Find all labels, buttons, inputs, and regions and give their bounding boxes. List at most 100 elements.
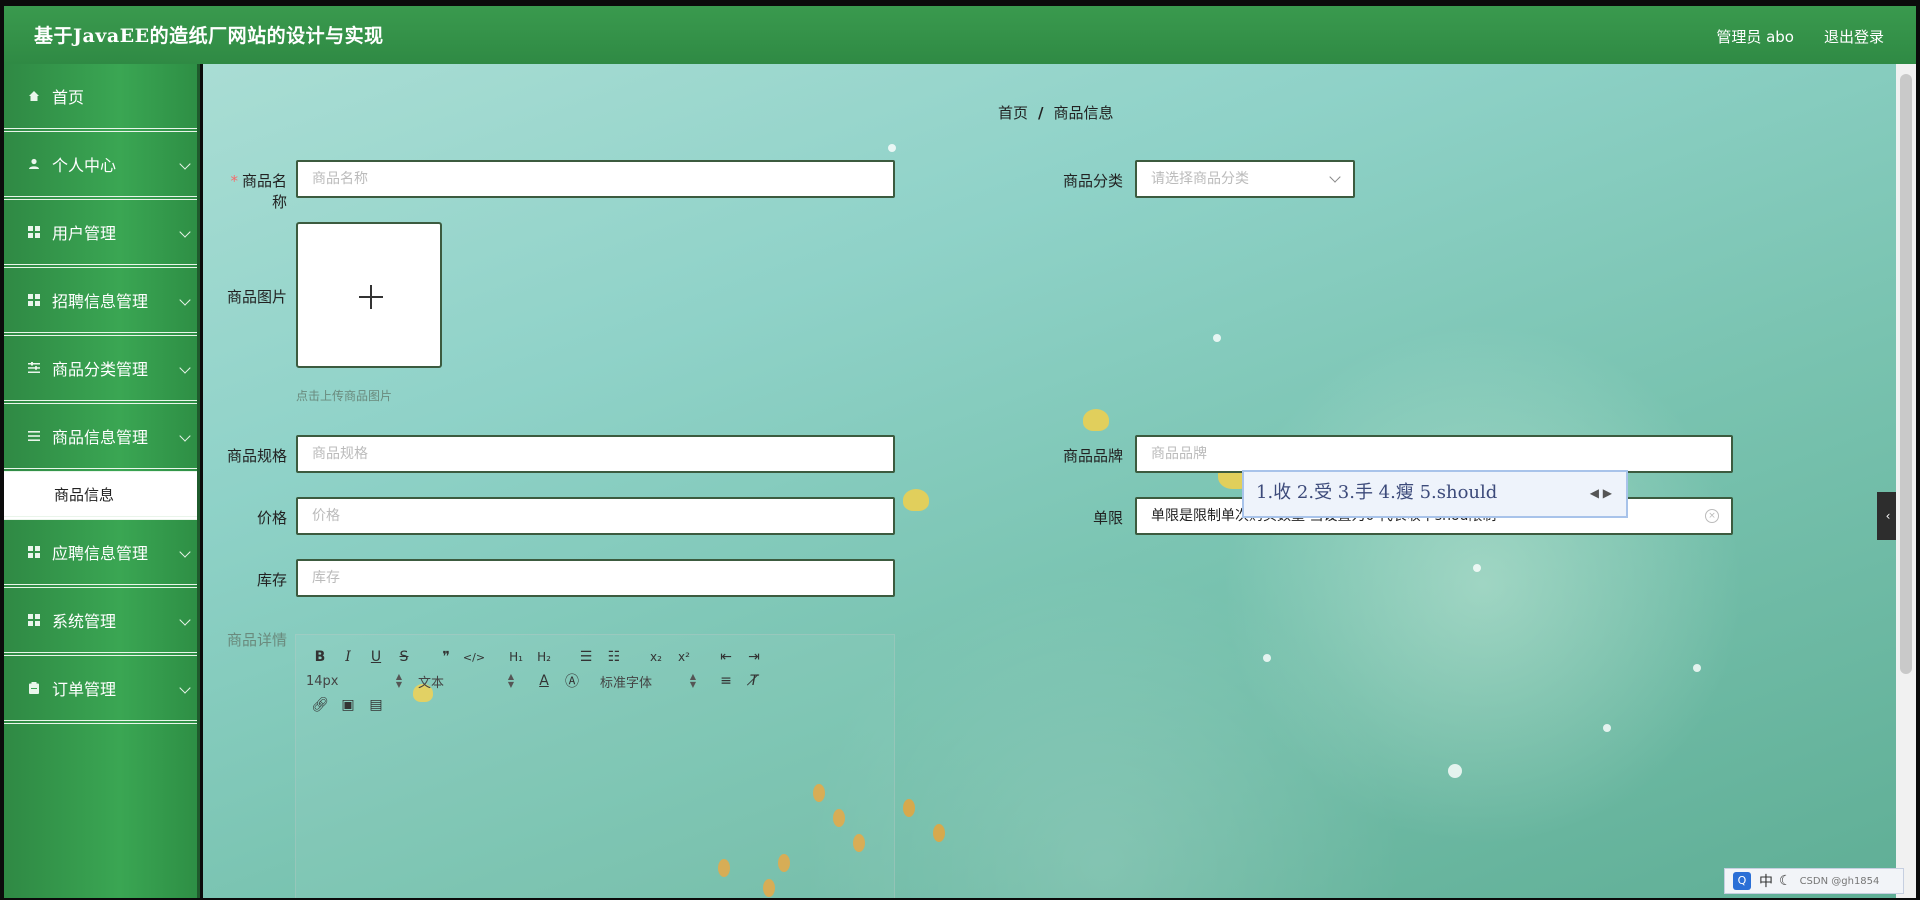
ordered-list-icon[interactable]: ☰ [572,647,600,667]
ime-page-arrows[interactable]: ◀ ▶ [1590,472,1612,514]
image-icon[interactable]: ▣ [334,695,362,715]
brand-input[interactable]: 商品品牌 [1135,435,1733,473]
updown-icon: ▲ ▼ [395,672,402,689]
updown-icon: ▲ ▼ [689,672,696,689]
outdent-icon[interactable]: ⇤ [712,647,740,667]
limit-label: 单限 [1092,509,1123,527]
sidebar-item-label: 商品信息管理 [52,428,149,447]
sidebar-item-label: 首页 [52,88,85,107]
sidebar-item-label: 个人中心 [52,156,117,175]
indent-icon[interactable]: ⇥ [740,647,768,667]
image-upload-button[interactable] [296,222,442,368]
ime-tray[interactable]: Q 中 ☾ CSDN @gh1854 [1724,868,1904,894]
admin-username: 管理员 abo [1716,28,1794,46]
rich-text-editor[interactable]: B I U S ❞ </> H₁ H₂ ☰ ☷ x₂ x² ⇤ ⇥ 14px ▲… [295,634,895,898]
align-icon[interactable]: ≡ [712,671,740,691]
spec-input[interactable]: 商品规格 [296,435,895,473]
heading1-button[interactable]: H₁ [502,647,530,667]
sidebar-item-label: 订单管理 [52,680,117,699]
chevron-down-icon [179,614,191,626]
sidebar-item-label: 应聘信息管理 [52,544,149,563]
scrollbar-thumb[interactable] [1900,74,1912,674]
video-icon[interactable]: ▤ [362,695,390,715]
editor-toolbar: B I U S ❞ </> H₁ H₂ ☰ ☷ x₂ x² ⇤ ⇥ 14px ▲… [306,645,866,717]
grid-icon [28,294,40,306]
watermark-text: CSDN @gh1854 [1799,875,1880,887]
breadcrumb-home[interactable]: 首页 [998,104,1028,122]
upload-hint: 点击上传商品图片 [296,389,393,403]
user-icon [29,158,39,169]
sidebar-item-product-management[interactable]: 商品信息管理 [4,404,197,472]
sidebar-item-user-management[interactable]: 用户管理 [4,200,197,268]
updown-icon: ▲ ▼ [507,672,514,689]
font-family-select[interactable]: 标准字体 ▲ ▼ [600,671,700,691]
chevron-down-icon [179,362,191,374]
detail-label: 商品详情 [226,631,287,649]
sidebar-item-personal-center[interactable]: 个人中心 [4,132,197,200]
ime-candidate-window[interactable]: 1.收 2.受 3.手 4.瘦 5.should ◀ ▶ [1242,470,1628,518]
clear-icon[interactable]: × [1705,509,1719,523]
ime-language[interactable]: 中 [1759,871,1773,891]
category-select[interactable]: 请选择商品分类 [1135,160,1355,198]
stock-label: 库存 [256,571,287,589]
logout-link[interactable]: 退出登录 [1824,26,1884,47]
link-icon[interactable]: 🔗︎ [306,695,334,715]
clear-format-icon[interactable]: T̸ [740,671,768,691]
background-sparkle [1448,764,1462,778]
grid-icon [28,226,40,238]
background-sparkle [1603,724,1611,732]
background-sparkle [1693,664,1701,672]
sidebar-item-recruitment-management[interactable]: 招聘信息管理 [4,268,197,336]
text-style-select[interactable]: 文本 ▲ ▼ [418,671,518,691]
bold-button[interactable]: B [306,647,334,667]
brand-label: 商品品牌 [1062,447,1123,465]
italic-button[interactable]: I [334,647,362,667]
ime-candidates[interactable]: 1.收 2.受 3.手 4.瘦 5.should [1256,482,1497,503]
product-image-label: 商品图片 [226,288,287,306]
strikethrough-button[interactable]: S [390,647,418,667]
background-grain [933,824,945,842]
font-color-icon[interactable]: A [530,671,558,691]
grid-icon [28,546,40,558]
chevron-down-icon [179,546,191,558]
sidebar-item-home[interactable]: 首页 [4,64,197,132]
sidebar-item-label: 招聘信息管理 [52,292,149,311]
required-marker: * [230,172,238,190]
sidebar-item-order-management[interactable]: 订单管理 [4,656,197,724]
font-size-value: 14px [306,673,339,689]
font-size-select[interactable]: 14px ▲ ▼ [306,671,406,691]
category-select-placeholder: 请选择商品分类 [1151,171,1249,187]
price-input[interactable]: 价格 [296,497,895,535]
stock-input[interactable]: 库存 [296,559,895,597]
background-sparkle [1213,334,1221,342]
heading2-button[interactable]: H₂ [530,647,558,667]
subscript-button[interactable]: x₂ [642,647,670,667]
main-content: 首页 / 商品信息 * 商品名称 商品名称 商品分类 请选择商品分类 商品图片 点击上… [203,64,1903,898]
sidebar-item-category-management[interactable]: 商品分类管理 [4,336,197,404]
background-grain [903,799,915,817]
sidebar: 首页 个人中心 用户管理 招聘信息管理 商品分类管理 商品信息管理 商品信息 应… [4,64,200,898]
app-title: 基于JavaEE的造纸厂网站的设计与实现 [34,25,384,47]
background-flower [1083,409,1109,431]
sidebar-item-application-management[interactable]: 应聘信息管理 [4,520,197,588]
sliders-icon [28,362,40,373]
background-color-icon[interactable]: Ⓐ [558,671,586,691]
breadcrumb-separator: / [1038,104,1044,122]
quote-icon[interactable]: ❞ [432,647,460,667]
superscript-button[interactable]: x² [670,647,698,667]
page-scrollbar[interactable] [1896,64,1916,898]
underline-button[interactable]: U [362,647,390,667]
top-header: 基于JavaEE的造纸厂网站的设计与实现 管理员 abo 退出登录 [4,6,1916,64]
text-style-value: 文本 [418,675,445,691]
product-name-input[interactable]: 商品名称 [296,160,895,198]
code-icon[interactable]: </> [460,647,488,667]
background-sparkle [1263,654,1271,662]
sidebar-item-label: 用户管理 [52,224,117,243]
font-family-value: 标准字体 [600,675,653,691]
spec-label: 商品规格 [226,447,287,465]
sidebar-item-system-management[interactable]: 系统管理 [4,588,197,656]
sidebar-subitem-product-info[interactable]: 商品信息 [4,472,197,520]
app-window: 基于JavaEE的造纸厂网站的设计与实现 管理员 abo 退出登录 首页 个人中… [0,0,1920,900]
bullet-list-icon[interactable]: ☷ [600,647,628,667]
chevron-down-icon [179,294,191,306]
